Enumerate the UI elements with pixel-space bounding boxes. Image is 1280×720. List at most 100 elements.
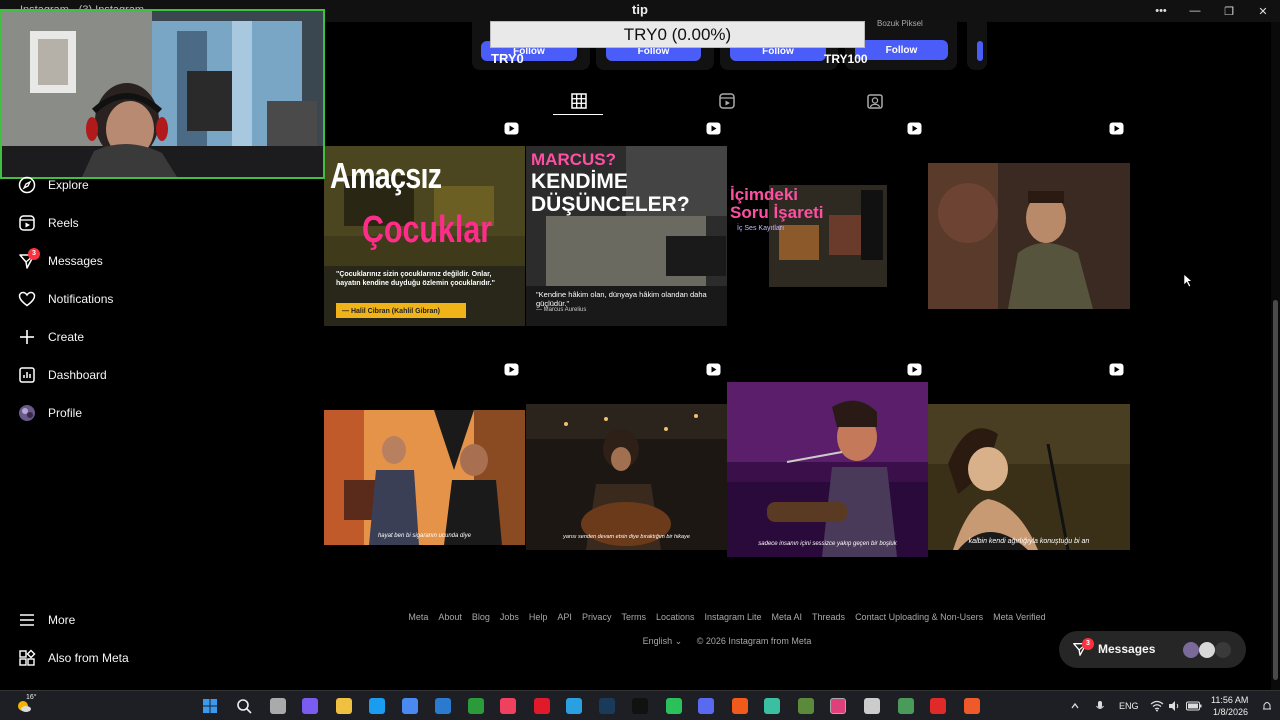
whatsapp-icon[interactable] bbox=[666, 698, 682, 714]
taskbar: 16° ENG 11:56 AM 1/8/2026 bbox=[0, 690, 1280, 720]
dashboard-icon bbox=[19, 367, 35, 383]
steam-icon[interactable] bbox=[599, 698, 615, 714]
footer-link[interactable]: Blog bbox=[472, 612, 490, 622]
footer-link[interactable]: About bbox=[438, 612, 462, 622]
post-tile[interactable]: yarısı senden devam etsin diye bıraktığı… bbox=[526, 358, 727, 598]
minimize-icon[interactable]: — bbox=[1178, 0, 1212, 22]
start-icon[interactable] bbox=[202, 698, 218, 714]
tiktok-icon[interactable] bbox=[632, 698, 648, 714]
battery-icon[interactable] bbox=[1186, 701, 1202, 711]
plus-icon bbox=[20, 330, 34, 344]
footer-link[interactable]: Terms bbox=[621, 612, 646, 622]
tagged-icon[interactable] bbox=[866, 92, 884, 110]
follow-button[interactable]: Follow bbox=[855, 40, 948, 60]
input-language[interactable]: ENG bbox=[1119, 701, 1139, 711]
sidebar-item-label: Also from Meta bbox=[48, 651, 129, 665]
follow-button[interactable] bbox=[977, 41, 983, 61]
weather-temp: 16° bbox=[26, 694, 37, 701]
microphone-icon[interactable] bbox=[1095, 700, 1105, 712]
messages-pill[interactable]: 3 Messages bbox=[1059, 631, 1246, 668]
app2-icon[interactable] bbox=[898, 698, 914, 714]
music-icon[interactable] bbox=[500, 698, 516, 714]
footer-link[interactable]: Help bbox=[529, 612, 548, 622]
sidebar-item-also-from-meta[interactable]: Also from Meta bbox=[18, 646, 129, 670]
sidebar-item-label: Profile bbox=[48, 406, 83, 420]
brave-icon[interactable] bbox=[732, 698, 748, 714]
footer-links: Meta About Blog Jobs Help API Privacy Terms Loca… bbox=[324, 612, 1130, 622]
xbox-icon[interactable] bbox=[468, 698, 484, 714]
sidebar-item-messages[interactable]: 3 Messages bbox=[18, 248, 103, 273]
sidebar-item-notifications[interactable]: Notifications bbox=[18, 287, 113, 311]
post-title: İçimdeki bbox=[730, 185, 799, 204]
copilot-icon[interactable] bbox=[302, 698, 318, 714]
sidebar-item-more[interactable]: More bbox=[18, 608, 75, 632]
reels-icon bbox=[1109, 122, 1124, 135]
scrollbar-thumb[interactable] bbox=[1273, 300, 1278, 680]
brave2-icon[interactable] bbox=[964, 698, 980, 714]
post-grid: Amaçsız Çocuklar "Çocuklarınız sizin çoc… bbox=[324, 117, 1130, 598]
restore-icon[interactable]: ❐ bbox=[1212, 0, 1246, 22]
vscode-icon[interactable] bbox=[435, 698, 451, 714]
footer-link[interactable]: API bbox=[557, 612, 572, 622]
post-title: Soru İşareti bbox=[730, 203, 824, 222]
footer-link[interactable]: Meta Verified bbox=[993, 612, 1046, 622]
post-caption: yarısı senden devam etsin diye bıraktığı… bbox=[563, 534, 690, 540]
clock-date[interactable]: 1/8/2026 bbox=[1213, 707, 1248, 717]
post-caption: hayat ben bi sigaranın ucunda diye bbox=[377, 533, 472, 539]
sidebar-item-create[interactable]: Create bbox=[18, 325, 84, 349]
post-title: KENDİME bbox=[531, 170, 628, 193]
post-quote: "Çocuklarınız sizin çocuklarınız değildi… bbox=[336, 271, 495, 287]
post-tile[interactable]: Amaçsız Çocuklar "Çocuklarınız sizin çoc… bbox=[324, 117, 525, 357]
reels-icon bbox=[19, 215, 35, 231]
close-icon[interactable]: ✕ bbox=[1246, 0, 1280, 22]
grid-icon[interactable] bbox=[570, 92, 588, 110]
search-icon[interactable] bbox=[236, 698, 252, 714]
post-tile[interactable]: İçimdeki Soru İşareti İç Ses Kayıtları bbox=[727, 117, 928, 357]
sidebar-item-dashboard[interactable]: Dashboard bbox=[18, 363, 107, 387]
app-icon[interactable] bbox=[764, 698, 780, 714]
webcam-feed bbox=[2, 11, 323, 177]
volume-icon[interactable] bbox=[1168, 700, 1180, 712]
footer-bottom: English ⌄ © 2026 Instagram from Meta bbox=[324, 636, 1130, 647]
clock-time[interactable]: 11:56 AM bbox=[1211, 695, 1248, 705]
discord-icon[interactable] bbox=[698, 698, 714, 714]
footer-link[interactable]: Meta bbox=[408, 612, 428, 622]
sidebar-item-label: Messages bbox=[48, 254, 103, 268]
footer-link[interactable]: Instagram Lite bbox=[704, 612, 761, 622]
footer-link[interactable]: Jobs bbox=[500, 612, 519, 622]
footer-link[interactable]: Threads bbox=[812, 612, 845, 622]
explorer-icon[interactable] bbox=[336, 698, 352, 714]
post-tile[interactable]: MARCUS? KENDİME DÜŞÜNCELER? "Kendine hâk… bbox=[526, 117, 727, 357]
post-tile[interactable]: hayat ben bi sigaranın ucunda diye bbox=[324, 358, 525, 598]
minecraft-icon[interactable] bbox=[798, 698, 814, 714]
store-icon[interactable] bbox=[402, 698, 418, 714]
instagram-icon[interactable] bbox=[830, 698, 846, 714]
post-tile[interactable] bbox=[928, 117, 1130, 357]
sidebar-item-label: More bbox=[48, 613, 76, 627]
post-thumbnail bbox=[727, 382, 928, 557]
edge-icon[interactable] bbox=[369, 698, 385, 714]
sidebar-item-explore[interactable]: Explore bbox=[18, 173, 89, 197]
notification-bell-icon[interactable] bbox=[1262, 700, 1272, 712]
reels-tab-icon[interactable] bbox=[718, 92, 736, 110]
post-title: Çocuklar bbox=[362, 209, 493, 251]
sidebar-item-profile[interactable]: Profile bbox=[18, 401, 82, 425]
obs-icon[interactable] bbox=[864, 698, 880, 714]
youtube-icon[interactable] bbox=[930, 698, 946, 714]
notification-badge: 3 bbox=[1082, 638, 1094, 650]
post-tile[interactable]: kalbin kendi ağırlığıyla konuştuğu bi an bbox=[928, 358, 1130, 598]
more-options-icon[interactable]: ••• bbox=[1144, 0, 1178, 22]
footer-link[interactable]: Locations bbox=[656, 612, 695, 622]
language-selector[interactable]: English ⌄ bbox=[643, 636, 683, 646]
post-tile[interactable]: sadece insanın içini sessizce yakıp geçe… bbox=[727, 358, 928, 598]
footer-link[interactable]: Meta AI bbox=[772, 612, 803, 622]
opera-icon[interactable] bbox=[534, 698, 550, 714]
chevron-up-icon[interactable] bbox=[1070, 701, 1080, 711]
webcam-overlay bbox=[0, 9, 325, 179]
wifi-icon[interactable] bbox=[1150, 700, 1164, 712]
sidebar-item-reels[interactable]: Reels bbox=[18, 211, 79, 235]
telegram-icon[interactable] bbox=[566, 698, 582, 714]
footer-link[interactable]: Contact Uploading & Non-Users bbox=[855, 612, 983, 622]
footer-link[interactable]: Privacy bbox=[582, 612, 612, 622]
taskview-icon[interactable] bbox=[270, 698, 286, 714]
